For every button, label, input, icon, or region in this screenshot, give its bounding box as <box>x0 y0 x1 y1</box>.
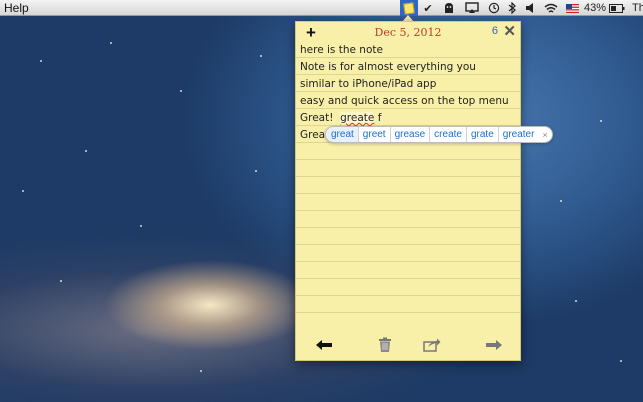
battery-percent: 43% <box>584 2 607 14</box>
bluetooth-icon[interactable] <box>504 0 520 16</box>
trash-icon[interactable] <box>375 336 395 354</box>
suggestion-item[interactable]: greater <box>499 127 539 142</box>
suggestion-item[interactable]: grease <box>391 127 431 142</box>
note-popover: + Dec 5, 2012 6 ✕ here is the note Note … <box>295 21 521 361</box>
note-date: Dec 5, 2012 <box>374 26 442 39</box>
note-line: similar to iPhone/iPad app <box>300 78 437 90</box>
spelling-suggestions-bar: great greet grease create grate greater … <box>325 126 553 143</box>
back-arrow-icon[interactable] <box>314 336 334 354</box>
note-header: + Dec 5, 2012 6 ✕ <box>296 22 520 44</box>
status-tray: ✔ 43% Th <box>398 0 643 16</box>
note-count[interactable]: 6 <box>492 25 498 37</box>
notes-app-icon[interactable] <box>400 0 418 16</box>
volume-icon[interactable] <box>520 0 540 16</box>
line-suffix: f <box>374 112 382 124</box>
menu-help[interactable]: Help <box>0 1 29 15</box>
suggestion-item[interactable]: greet <box>359 127 391 142</box>
line-prefix: Great! <box>300 112 341 124</box>
clock-fragment[interactable]: Th <box>628 0 643 16</box>
dismiss-suggestions-icon[interactable]: × <box>538 130 547 140</box>
note-line: here is the note <box>300 44 383 56</box>
cat-icon[interactable] <box>438 0 460 16</box>
airplay-icon[interactable] <box>460 0 484 16</box>
note-line-editing: Great! greate f <box>300 110 381 127</box>
close-button[interactable]: ✕ <box>503 22 516 40</box>
time-machine-icon[interactable] <box>484 0 504 16</box>
wifi-icon[interactable] <box>540 0 562 16</box>
menu-bar: Help ✔ 43% Th <box>0 0 643 16</box>
forward-arrow-icon[interactable] <box>484 336 504 354</box>
share-icon[interactable] <box>422 336 442 354</box>
note-text-area[interactable]: here is the note Note is for almost ever… <box>296 42 520 327</box>
misspelled-word[interactable]: greate <box>340 112 375 124</box>
note-line: Note is for almost everything you <box>300 61 476 73</box>
note-toolbar <box>296 330 520 360</box>
battery-icon[interactable] <box>606 0 628 16</box>
flag-icon[interactable] <box>562 0 582 16</box>
suggestion-item[interactable]: create <box>430 127 467 142</box>
suggestion-item[interactable]: grate <box>467 127 499 142</box>
suggestion-item[interactable]: great <box>327 127 359 142</box>
checkmark-icon[interactable]: ✔ <box>418 0 438 16</box>
note-line: easy and quick access on the top menu <box>300 95 509 107</box>
